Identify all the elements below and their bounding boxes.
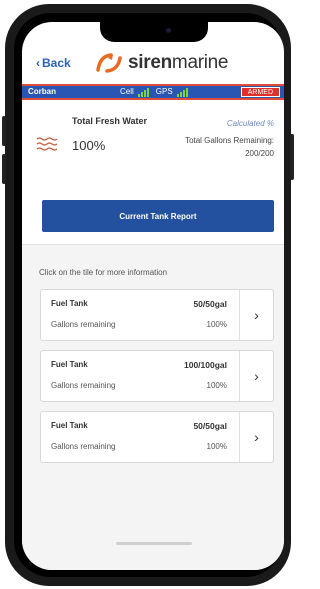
- tank-tile[interactable]: Fuel Tank 100/100gal Gallons remaining 1…: [40, 350, 274, 402]
- gps-signal-icon: [176, 87, 188, 97]
- tank-tile[interactable]: Fuel Tank 50/50gal Gallons remaining 100…: [40, 289, 274, 341]
- power-button: [290, 134, 294, 180]
- boat-name: Corban: [28, 87, 56, 96]
- tank-percent: 100%: [206, 381, 227, 390]
- chevron-left-icon: ‹: [36, 56, 40, 70]
- app-header: ‹ Back siren marine: [22, 44, 284, 84]
- current-tank-report-button[interactable]: Current Tank Report: [42, 200, 274, 232]
- app-screen: ‹ Back siren marine Corban Cell GPS ARMED: [22, 22, 284, 570]
- volume-button: [2, 154, 6, 184]
- tank-capacity: 50/50gal: [193, 299, 227, 309]
- gps-label: GPS: [155, 87, 173, 96]
- tank-name: Fuel Tank: [51, 360, 88, 369]
- back-button[interactable]: ‹ Back: [36, 56, 71, 70]
- tank-capacity: 100/100gal: [183, 360, 227, 370]
- tank-percent: 100%: [206, 320, 227, 329]
- phone-notch: [100, 22, 208, 42]
- brand-logo: siren marine: [94, 50, 229, 76]
- armed-badge[interactable]: ARMED: [240, 87, 280, 97]
- gallons-remaining-value: 200/200: [245, 149, 274, 158]
- water-percent: 100%: [72, 138, 106, 153]
- calculated-label: Calculated %: [226, 119, 274, 128]
- tank-tile[interactable]: Fuel Tank 50/50gal Gallons remaining 100…: [40, 411, 274, 463]
- cell-label: Cell: [120, 87, 134, 96]
- signal-indicators: Cell GPS: [120, 86, 188, 98]
- list-hint: Click on the tile for more information: [39, 268, 168, 277]
- volume-button: [2, 116, 6, 146]
- camera-icon: [166, 28, 171, 33]
- gallons-remaining-label: Total Gallons Remaining:: [185, 136, 274, 145]
- tank-sub-label: Gallons remaining: [51, 442, 116, 451]
- tank-sub-label: Gallons remaining: [51, 381, 116, 390]
- home-indicator[interactable]: [116, 542, 192, 545]
- chevron-right-icon[interactable]: ›: [239, 412, 273, 462]
- chevron-right-icon[interactable]: ›: [239, 290, 273, 340]
- back-label: Back: [42, 56, 71, 70]
- tank-capacity: 50/50gal: [193, 421, 227, 431]
- tank-percent: 100%: [206, 442, 227, 451]
- tank-list: Click on the tile for more information F…: [22, 244, 284, 570]
- siren-logo-icon: [96, 53, 122, 73]
- brand-name-light: marine: [171, 52, 229, 73]
- brand-name-bold: siren: [128, 52, 172, 73]
- tank-name: Fuel Tank: [51, 421, 88, 430]
- tank-sub-label: Gallons remaining: [51, 320, 116, 329]
- water-waves-icon: [36, 137, 58, 151]
- status-bar: Corban Cell GPS ARMED: [22, 84, 284, 100]
- tank-name: Fuel Tank: [51, 299, 88, 308]
- water-title: Total Fresh Water: [72, 116, 148, 126]
- cell-signal-icon: [137, 87, 149, 97]
- fresh-water-summary: Total Fresh Water 100% Calculated % Tota…: [22, 100, 284, 232]
- chevron-right-icon[interactable]: ›: [239, 351, 273, 401]
